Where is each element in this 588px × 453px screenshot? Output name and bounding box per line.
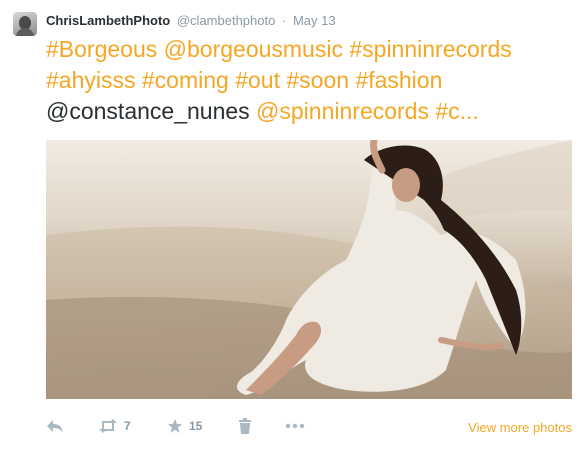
reply-icon <box>47 420 63 432</box>
trash-icon <box>239 418 251 434</box>
display-name[interactable]: ChrisLambethPhoto <box>46 13 170 28</box>
tweet-header: ChrisLambethPhoto @clambethphoto · May 1… <box>46 13 336 28</box>
avatar-body <box>16 28 34 36</box>
retweet-count: 7 <box>124 419 131 433</box>
retweet-button[interactable]: 7 <box>98 418 131 434</box>
hashtag-link[interactable]: #spinninrecords <box>349 36 511 62</box>
username[interactable]: @clambethphoto <box>177 13 275 28</box>
hashtag-link[interactable]: #soon <box>286 67 349 93</box>
avatar[interactable] <box>13 12 37 36</box>
view-more-photos-link[interactable]: View more photos <box>468 420 572 435</box>
star-icon <box>168 419 182 433</box>
more-dots-icon <box>285 423 305 429</box>
hashtag-link[interactable]: #c... <box>435 98 478 124</box>
reply-button[interactable] <box>46 418 64 434</box>
tweet-photo[interactable] <box>46 140 572 399</box>
favorite-count: 15 <box>189 419 203 433</box>
mention-link[interactable]: @spinninrecords <box>256 98 429 124</box>
photo-illustration <box>46 140 572 399</box>
hashtag-link[interactable]: #coming <box>142 67 229 93</box>
mention-link[interactable]: @borgeousmusic <box>164 36 343 62</box>
retweet-icon <box>99 419 117 433</box>
tweet-actions: 7 15 View more photos <box>46 418 572 440</box>
header-separator: · <box>281 13 287 28</box>
hashtag-link[interactable]: #fashion <box>355 67 442 93</box>
favorite-button[interactable]: 15 <box>167 418 202 434</box>
tweet-text: #Borgeous @borgeousmusic #spinninrecords… <box>46 34 581 127</box>
mention-link[interactable]: @constance_nunes <box>46 98 250 124</box>
more-button[interactable] <box>285 418 305 434</box>
hashtag-link[interactable]: #ahyisss <box>46 67 135 93</box>
delete-button[interactable] <box>238 418 252 434</box>
hashtag-link[interactable]: #out <box>235 67 280 93</box>
timestamp[interactable]: May 13 <box>293 13 336 28</box>
hashtag-link[interactable]: #Borgeous <box>46 36 157 62</box>
